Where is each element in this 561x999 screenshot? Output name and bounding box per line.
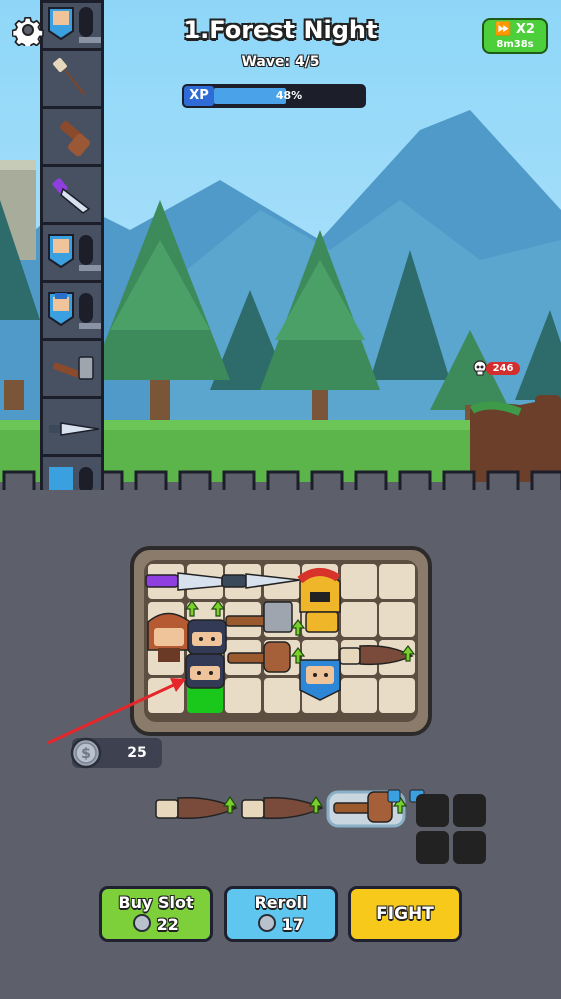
backpack-grid (144, 560, 418, 722)
grid-cell[interactable] (302, 678, 338, 713)
tower-slot-hero (43, 454, 101, 490)
grid-cell[interactable] (263, 640, 300, 675)
coin-amount: 25 (127, 745, 147, 761)
wave-counter: Wave: 4/5 (241, 54, 320, 70)
reroll-label: Reroll (254, 893, 308, 912)
grid-cell[interactable] (379, 640, 415, 675)
enemy-hp-value: 246 (486, 362, 520, 375)
tower-slot-hero (43, 222, 101, 280)
coin-icon (258, 914, 277, 932)
speed-label: X2 (515, 22, 535, 37)
coin-icon (133, 914, 152, 932)
buy-slot-label: Buy Slot (118, 893, 194, 912)
grid-cell[interactable] (340, 678, 377, 713)
svg-text:$: $ (81, 746, 91, 762)
xp-label: XP (184, 86, 214, 106)
grid-cell[interactable] (379, 678, 415, 713)
reroll-cost: 17 (281, 915, 304, 934)
grid-cell[interactable] (263, 564, 300, 599)
inventory-empty-slot[interactable] (453, 794, 486, 827)
buy-slot-cost: 22 (156, 915, 179, 934)
grid-cell[interactable] (379, 564, 415, 599)
tower-slot-knife (43, 396, 101, 454)
speed-timer: 8m38s (496, 39, 534, 50)
grid-cell[interactable] (148, 602, 184, 637)
battle-scene: 1.Forest Night Wave: 4/5 XP 48% ⏩ X2 8m3… (0, 0, 561, 490)
grid-cell[interactable] (340, 564, 377, 599)
grid-cell[interactable] (148, 678, 184, 713)
fight-button[interactable]: FIGHT (348, 886, 462, 942)
backpack-board (130, 546, 432, 736)
grid-cell[interactable] (225, 678, 261, 713)
enemy-health: 246 (472, 360, 520, 376)
grid-cell[interactable] (225, 640, 261, 675)
grid-cell[interactable] (302, 602, 338, 637)
grid-cell[interactable] (148, 564, 184, 599)
grid-cell[interactable] (302, 640, 338, 675)
grid-cell[interactable] (340, 602, 377, 637)
grid-cell[interactable] (186, 564, 223, 599)
inventory-item-club-selected[interactable] (326, 789, 425, 828)
inventory-item-dagger[interactable] (241, 795, 324, 820)
level-title: 1.Forest Night (183, 16, 378, 44)
grid-cell[interactable] (263, 602, 300, 637)
xp-progress-bar: XP 48% (182, 84, 366, 108)
tower-slot-knife (43, 164, 101, 222)
reroll-button[interactable]: Reroll 17 (224, 886, 338, 942)
coin-icon: $ (70, 737, 102, 769)
inventory-empty-slot[interactable] (416, 831, 449, 864)
grid-cell[interactable] (148, 640, 184, 675)
tower-slot-club (43, 106, 101, 164)
grid-cell[interactable] (302, 564, 338, 599)
hero-tower (40, 0, 104, 490)
fight-label: FIGHT (376, 904, 434, 924)
coin-counter: $ 25 (70, 737, 162, 769)
grid-cell[interactable] (379, 602, 415, 637)
grid-cell[interactable] (225, 602, 261, 637)
grid-cell[interactable] (186, 602, 223, 637)
grid-cell[interactable] (340, 640, 377, 675)
inventory-empty-slot[interactable] (453, 831, 486, 864)
grid-cell[interactable] (263, 678, 300, 713)
grid-cell-placeable[interactable] (186, 678, 223, 713)
inventory-item-dagger[interactable] (155, 795, 238, 820)
grid-cell[interactable] (225, 564, 261, 599)
xp-percent: 48% (275, 89, 303, 102)
fast-forward-icon: ⏩ (495, 22, 512, 37)
speed-boost-button[interactable]: ⏩ X2 8m38s (482, 18, 548, 54)
grid-cell[interactable] (186, 640, 223, 675)
tower-slot-hero (43, 280, 101, 338)
buy-slot-button[interactable]: Buy Slot 22 (99, 886, 213, 942)
inventory-empty-slot[interactable] (416, 794, 449, 827)
tower-slot-hammer (43, 338, 101, 396)
